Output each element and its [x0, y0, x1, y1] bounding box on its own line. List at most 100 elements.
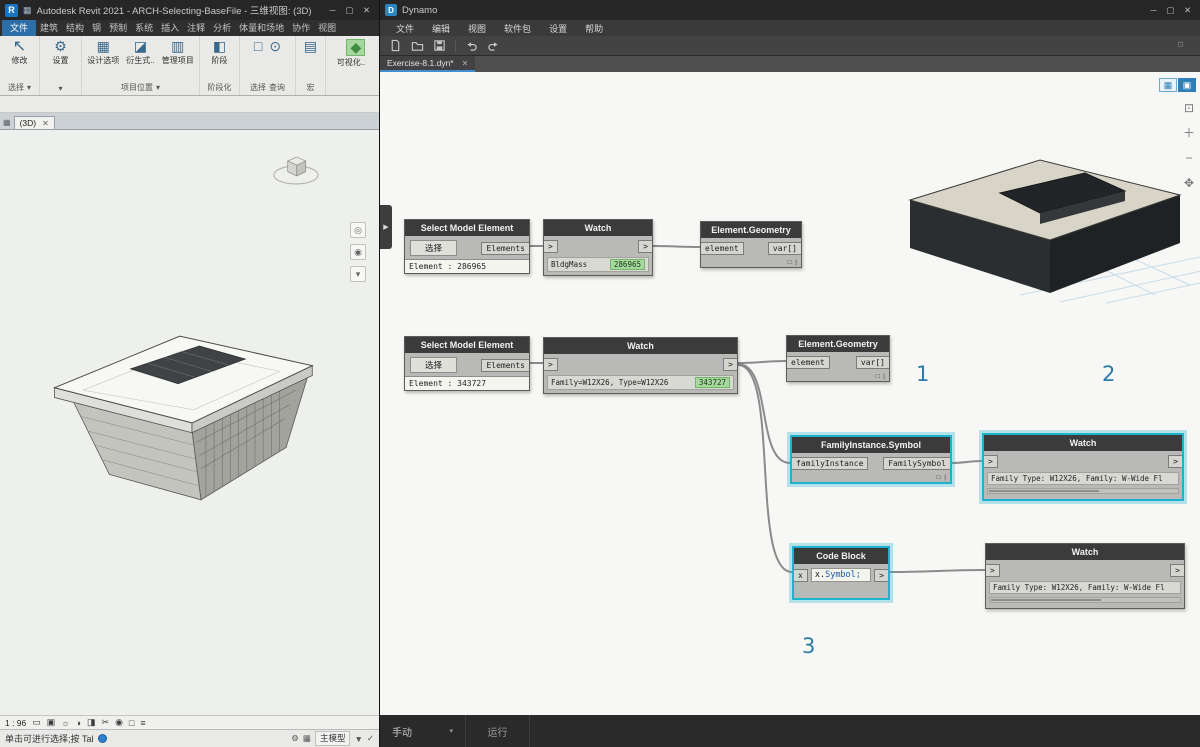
lacing-indicator[interactable]: □ | [937, 474, 947, 481]
input-port-element[interactable]: element [701, 242, 744, 255]
node-watch-4[interactable]: Watch > > Family Type: W12X26, Family: W… [985, 543, 1185, 609]
output-port-elements[interactable]: Elements [481, 358, 529, 372]
crop-view-icon[interactable]: ◨ [87, 717, 96, 728]
new-file-icon[interactable] [389, 39, 402, 52]
node-select-model-element-2[interactable]: Select Model Element 选择 Elements Element… [404, 336, 530, 391]
node-header[interactable]: Element.Geometry [787, 336, 889, 352]
output-port-var[interactable]: var[] [767, 242, 801, 255]
chevron-down-icon[interactable]: ▾ [27, 83, 31, 92]
settings-button[interactable]: ⚙ 设置 [51, 38, 71, 67]
menu-file[interactable]: 文件 [388, 20, 422, 37]
minimize-button[interactable]: ─ [1146, 5, 1161, 16]
shadows-icon[interactable]: ◑ [76, 718, 81, 728]
view-tab-3d[interactable]: (3D) ✕ [13, 116, 55, 129]
node-header[interactable]: Select Model Element [405, 337, 529, 353]
reveal-hidden-icon[interactable]: □ [129, 718, 134, 728]
output-port-elements[interactable]: Elements [481, 241, 529, 255]
maximize-button[interactable]: ▢ [1163, 5, 1178, 16]
revit-3d-viewport[interactable]: ◎ ◉ ▾ [0, 130, 379, 715]
file-tab-close-icon[interactable]: ✕ [462, 59, 469, 68]
tab-architecture[interactable]: 建筑 [36, 20, 62, 36]
zoom-out-icon[interactable]: − [1185, 152, 1192, 164]
tab-insert[interactable]: 插入 [157, 20, 183, 36]
save-icon[interactable] [433, 39, 446, 52]
macro-button[interactable]: ▤ [302, 38, 319, 55]
menu-help[interactable]: 帮助 [577, 20, 611, 37]
scrollbar-thumb[interactable] [991, 599, 1102, 601]
output-port[interactable]: > [638, 240, 652, 253]
geometry-view-toggle-icon[interactable]: ▣ [1178, 78, 1196, 92]
select-element-button[interactable]: 选择 [410, 357, 458, 373]
graph-view-toggle-icon[interactable]: ▦ [1159, 78, 1177, 92]
worksets-icon[interactable]: ⚙ [291, 733, 299, 744]
node-watch-3[interactable]: Watch > > Family Type: W12X26, Family: W… [982, 433, 1184, 501]
export-image-icon[interactable]: ⌑ [1178, 40, 1183, 51]
output-port-var[interactable]: var[] [855, 356, 889, 369]
output-port[interactable]: > [874, 568, 888, 582]
crop-region-icon[interactable]: ✂ [102, 717, 110, 728]
output-port[interactable]: > [1170, 564, 1184, 577]
lacing-indicator[interactable]: □ | [876, 373, 886, 380]
input-port-element[interactable]: element [787, 356, 830, 369]
run-mode-dropdown[interactable]: 手动 ▾ [380, 715, 466, 747]
node-watch-1[interactable]: Watch > > BldgMass 286965 [543, 219, 653, 276]
menu-settings[interactable]: 设置 [541, 20, 575, 37]
node-header[interactable]: Watch [984, 435, 1182, 451]
detail-level-icon[interactable]: ▭ [32, 717, 41, 728]
modify-button[interactable]: ↖ 修改 [10, 38, 30, 67]
views-list-icon[interactable]: ▦ [3, 118, 11, 129]
node-header[interactable]: Select Model Element [405, 220, 529, 236]
tab-view[interactable]: 视图 [314, 20, 340, 36]
tab-annotate[interactable]: 注释 [183, 20, 209, 36]
input-port[interactable]: > [544, 358, 558, 371]
maximize-button[interactable]: ▢ [342, 5, 357, 16]
input-port-familyinstance[interactable]: familyInstance [792, 457, 869, 470]
library-expand-button[interactable]: ▶ [380, 205, 392, 249]
output-port[interactable]: > [723, 358, 737, 371]
menu-edit[interactable]: 编辑 [424, 20, 458, 37]
run-button[interactable]: 运行 [466, 715, 530, 747]
close-button[interactable]: ✕ [1180, 5, 1195, 16]
redo-icon[interactable] [487, 39, 500, 52]
zoom-tool-icon[interactable]: ◉ [350, 244, 366, 260]
input-port[interactable]: > [544, 240, 558, 253]
pan-icon[interactable]: ✥ [1184, 177, 1194, 189]
input-port[interactable]: > [984, 455, 998, 468]
node-familyinstance-symbol[interactable]: FamilyInstance.Symbol familyInstance Fam… [790, 435, 952, 484]
node-code-block[interactable]: Code Block x x.Symbol; > [792, 546, 890, 600]
chevron-down-icon[interactable]: ▾ [58, 84, 62, 93]
node-element-geometry-2[interactable]: Element.Geometry element var[] □ | [786, 335, 890, 382]
temporary-hide-icon[interactable]: ◉ [115, 717, 123, 728]
input-port-x[interactable]: x [794, 568, 808, 582]
select-toggle-icon[interactable]: ✓ [367, 733, 374, 744]
design-options-status-icon[interactable]: ▦ [303, 733, 311, 744]
node-header[interactable]: Code Block [794, 548, 888, 564]
output-port-familysymbol[interactable]: FamilySymbol [883, 457, 950, 470]
watch-scrollbar[interactable] [987, 488, 1179, 494]
code-block-text[interactable]: x.Symbol; [810, 568, 872, 582]
sun-path-icon[interactable]: ☼ [61, 718, 69, 728]
tab-analyze[interactable]: 分析 [209, 20, 235, 36]
minimize-button[interactable]: ─ [325, 5, 340, 16]
node-header[interactable]: Watch [544, 220, 652, 236]
view-tab-close-icon[interactable]: ✕ [42, 119, 49, 128]
node-header[interactable]: Watch [544, 338, 737, 354]
filter-icon[interactable]: ▼ [354, 734, 362, 744]
dynamo-canvas[interactable]: ▶ ⊡ ＋ − ✥ ▦ ▣ Select Model Element 选择 El… [380, 72, 1200, 715]
close-button[interactable]: ✕ [359, 5, 374, 16]
visual-style-icon[interactable]: ▣ [47, 717, 56, 728]
menu-view[interactable]: 视图 [460, 20, 494, 37]
output-port[interactable]: > [1168, 455, 1182, 468]
scrollbar-thumb[interactable] [989, 490, 1100, 492]
tab-massing-site[interactable]: 体量和场地 [235, 20, 288, 36]
design-options-button[interactable]: ▦ 设计选项 [85, 38, 121, 67]
generative-design-button[interactable]: ◪ 衍生式.. [124, 38, 156, 67]
inquiry-button[interactable]: ⊙ [267, 38, 283, 55]
navbar-more-icon[interactable]: ▾ [350, 266, 366, 282]
view-scale-button[interactable]: 1 : 96 [5, 718, 26, 728]
steering-wheel-icon[interactable]: ◎ [350, 222, 366, 238]
quick-access-toolbar-icon[interactable]: ▦ [23, 5, 32, 16]
zoom-in-icon[interactable]: ＋ [1183, 127, 1195, 139]
chevron-down-icon[interactable]: ▾ [156, 83, 160, 92]
tab-systems[interactable]: 系统 [131, 20, 157, 36]
